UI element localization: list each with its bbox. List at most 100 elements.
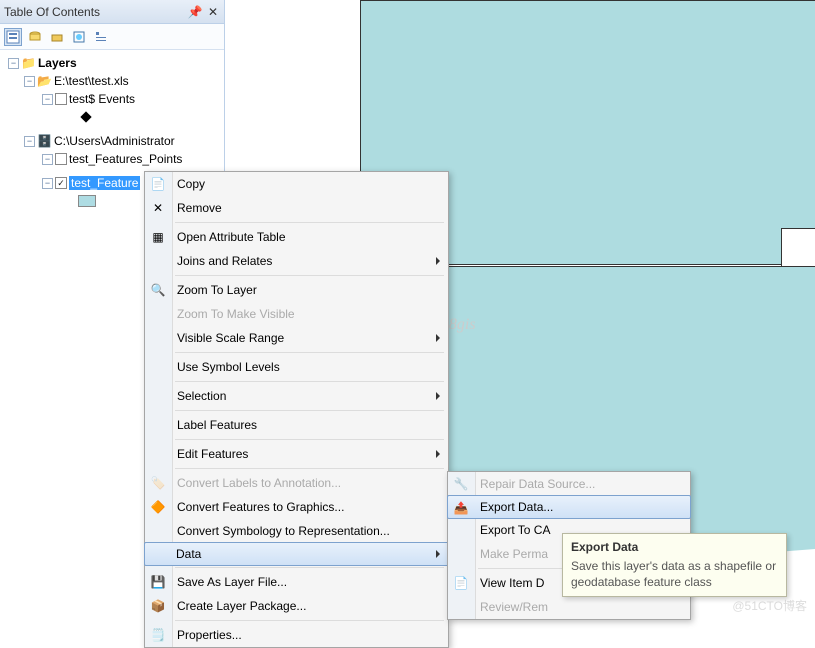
menu-create-pkg-label: Create Layer Package...	[177, 599, 306, 613]
submenu-view-desc-label: View Item D	[480, 576, 544, 590]
watermark-cto: @51CTO博客	[732, 597, 807, 614]
geodatabase-icon: 🗄️	[37, 134, 52, 148]
menu-convert-labels: 🏷️ Convert Labels to Annotation...	[145, 471, 448, 495]
polygon-symbol-swatch	[78, 195, 96, 207]
tooltip-export-data: Export Data Save this layer's data as a …	[562, 533, 787, 597]
close-icon[interactable]: ✕	[206, 5, 220, 19]
list-by-drawing-icon[interactable]	[4, 28, 22, 46]
options-icon[interactable]	[92, 28, 110, 46]
menu-properties-label: Properties...	[177, 628, 242, 642]
menu-edit-features-label: Edit Features	[177, 447, 248, 461]
submenu-arrow-icon	[436, 392, 440, 400]
visibility-checkbox[interactable]	[55, 177, 67, 189]
menu-zoom-visible: Zoom To Make Visible	[145, 302, 448, 326]
submenu-arrow-icon	[436, 257, 440, 265]
point-symbol-icon	[80, 111, 91, 122]
menu-visible-scale-label: Visible Scale Range	[177, 331, 284, 345]
list-by-selection-icon[interactable]	[70, 28, 88, 46]
layers-root[interactable]: − 📁 Layers	[2, 54, 222, 72]
menu-edit-features[interactable]: Edit Features	[145, 442, 448, 466]
menu-joins-label: Joins and Relates	[177, 254, 272, 268]
ds1-layer[interactable]: − test$ Events	[2, 90, 222, 108]
table-icon: ▦	[150, 229, 166, 245]
submenu-repair-data-source: 🔧 Repair Data Source...	[448, 472, 690, 496]
menu-data-label: Data	[176, 547, 201, 561]
menu-convert-labels-label: Convert Labels to Annotation...	[177, 476, 341, 490]
menu-open-attr-label: Open Attribute Table	[177, 230, 286, 244]
ds1-symbol	[2, 108, 222, 126]
menu-zoom-layer-label: Zoom To Layer	[177, 283, 257, 297]
datasource-1[interactable]: − 📂 E:\test\test.xls	[2, 72, 222, 90]
menu-symbol-levels-label: Use Symbol Levels	[177, 360, 280, 374]
menu-label-features[interactable]: Label Features	[145, 413, 448, 437]
tooltip-title: Export Data	[571, 540, 778, 554]
menu-visible-scale-range[interactable]: Visible Scale Range	[145, 326, 448, 350]
submenu-arrow-icon	[436, 450, 440, 458]
tooltip-description: Save this layer's data as a shapefile or…	[571, 558, 778, 590]
menu-convert-graphics-label: Convert Features to Graphics...	[177, 500, 344, 514]
copy-icon: 📄	[150, 176, 166, 192]
layers-icon: 📁	[21, 56, 36, 70]
list-by-visibility-icon[interactable]	[48, 28, 66, 46]
menu-convert-graphics[interactable]: 🔶 Convert Features to Graphics...	[145, 495, 448, 519]
menu-save-lyr-label: Save As Layer File...	[177, 575, 287, 589]
submenu-export-data-label: Export Data...	[480, 500, 553, 514]
menu-selection[interactable]: Selection	[145, 384, 448, 408]
menu-zoom-visible-label: Zoom To Make Visible	[177, 307, 295, 321]
ds2-layer2-label: test_Feature	[69, 176, 140, 190]
datasource-2[interactable]: − 🗄️ C:\Users\Administrator	[2, 132, 222, 150]
menu-label-features-label: Label Features	[177, 418, 257, 432]
repair-icon: 🔧	[453, 476, 469, 492]
menu-selection-label: Selection	[177, 389, 226, 403]
ds2-layer1-label: test_Features_Points	[69, 152, 182, 166]
submenu-make-perm-label: Make Perma	[480, 547, 548, 561]
save-icon: 💾	[150, 574, 166, 590]
toc-title: Table Of Contents	[4, 5, 188, 19]
visibility-checkbox[interactable]	[55, 93, 67, 105]
menu-joins-relates[interactable]: Joins and Relates	[145, 249, 448, 273]
menu-data[interactable]: Data	[144, 542, 449, 566]
graphics-icon: 🔶	[150, 499, 166, 515]
export-icon: 📤	[453, 500, 469, 516]
layers-root-label: Layers	[38, 56, 77, 70]
zoom-icon: 🔍	[150, 282, 166, 298]
toc-toolbar	[0, 24, 224, 50]
menu-properties[interactable]: 🗒️ Properties...	[145, 623, 448, 647]
submenu-export-data[interactable]: 📤 Export Data...	[447, 495, 691, 519]
pin-icon[interactable]: 📌	[188, 5, 202, 19]
ds1-path-label: E:\test\test.xls	[54, 74, 129, 88]
ds2-path-label: C:\Users\Administrator	[54, 134, 175, 148]
expander-icon[interactable]: −	[24, 136, 35, 147]
document-icon: 📄	[453, 575, 469, 591]
visibility-checkbox[interactable]	[55, 153, 67, 165]
expander-icon[interactable]: −	[42, 154, 53, 165]
menu-open-attribute-table[interactable]: ▦ Open Attribute Table	[145, 225, 448, 249]
menu-copy-label: Copy	[177, 177, 205, 191]
expander-icon[interactable]: −	[8, 58, 19, 69]
submenu-repair-label: Repair Data Source...	[480, 477, 595, 491]
menu-convert-symbology[interactable]: Convert Symbology to Representation...	[145, 519, 448, 543]
menu-use-symbol-levels[interactable]: Use Symbol Levels	[145, 355, 448, 379]
menu-copy[interactable]: 📄 Copy	[145, 172, 448, 196]
submenu-export-cad-label: Export To CA	[480, 523, 550, 537]
menu-create-layer-package[interactable]: 📦 Create Layer Package...	[145, 594, 448, 618]
expander-icon[interactable]: −	[24, 76, 35, 87]
expander-icon[interactable]: −	[42, 94, 53, 105]
menu-save-layer-file[interactable]: 💾 Save As Layer File...	[145, 570, 448, 594]
menu-remove-label: Remove	[177, 201, 222, 215]
expander-icon[interactable]: −	[42, 178, 53, 189]
ds2-layer1[interactable]: − test_Features_Points	[2, 150, 222, 168]
menu-convert-symbology-label: Convert Symbology to Representation...	[177, 524, 390, 538]
menu-zoom-to-layer[interactable]: 🔍 Zoom To Layer	[145, 278, 448, 302]
remove-icon: ✕	[150, 200, 166, 216]
submenu-arrow-icon	[436, 550, 440, 558]
package-icon: 📦	[150, 598, 166, 614]
annotation-icon: 🏷️	[150, 475, 166, 491]
list-by-source-icon[interactable]	[26, 28, 44, 46]
submenu-arrow-icon	[436, 334, 440, 342]
toc-header: Table Of Contents 📌 ✕	[0, 0, 224, 24]
folder-icon: 📂	[37, 74, 52, 88]
properties-icon: 🗒️	[150, 627, 166, 643]
layer-context-menu: 📄 Copy ✕ Remove ▦ Open Attribute Table J…	[144, 171, 449, 648]
menu-remove[interactable]: ✕ Remove	[145, 196, 448, 220]
